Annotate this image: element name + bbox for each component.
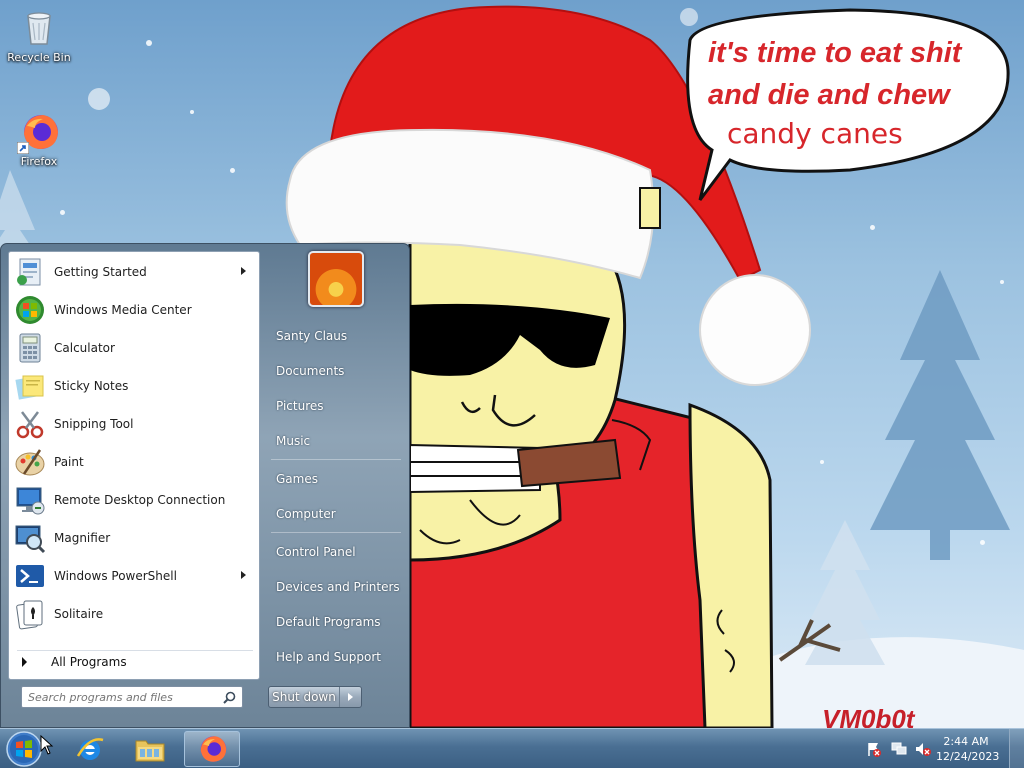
shutdown-label: Shut down (269, 687, 340, 707)
all-programs[interactable]: All Programs (17, 650, 253, 673)
link-devices-and-printers[interactable]: Devices and Printers (268, 573, 404, 601)
link-pictures[interactable]: Pictures (268, 392, 404, 420)
windows-explorer-icon (135, 740, 165, 762)
windows-orb-icon (6, 731, 42, 767)
speech-line-2: and die and chew (708, 79, 952, 111)
search-box[interactable] (21, 686, 243, 708)
start-button[interactable] (4, 730, 44, 768)
link-label: Help and Support (276, 650, 381, 664)
program-windows-media-center[interactable]: Windows Media Center (12, 292, 256, 328)
program-magnifier[interactable]: Magnifier (12, 520, 256, 556)
system-clock[interactable]: 2:44 AM 12/24/2023 (936, 734, 1000, 764)
clock-time: 2:44 AM (943, 735, 989, 748)
clock-date: 12/24/2023 (936, 750, 1000, 763)
link-label: Documents (276, 364, 345, 378)
program-label: Solitaire (54, 607, 104, 621)
submenu-arrow-icon[interactable] (241, 267, 246, 275)
getting-started-icon (14, 256, 46, 288)
calculator-icon (14, 332, 46, 364)
artist-signature: VM0b0t (822, 704, 916, 728)
remote-desktop-icon (14, 484, 46, 516)
all-programs-arrow-icon (22, 657, 27, 667)
program-solitaire[interactable]: Solitaire (12, 596, 256, 632)
sticky-notes-icon (14, 370, 46, 402)
solitaire-icon (14, 598, 46, 630)
firefox-icon (200, 736, 227, 762)
link-default-programs[interactable]: Default Programs (268, 608, 404, 636)
program-label: Sticky Notes (54, 379, 129, 393)
program-paint[interactable]: Paint (12, 444, 256, 480)
link-computer[interactable]: Computer (268, 500, 404, 528)
separator (271, 532, 401, 533)
link-label: Computer (276, 507, 336, 521)
program-label: Snipping Tool (54, 417, 134, 431)
program-label: Remote Desktop Connection (54, 493, 226, 507)
desktop: it's time to eat shit and die and chew c… (0, 0, 1024, 768)
link-label: Control Panel (276, 545, 356, 559)
programs-pane: Getting Started Windows Media Center Cal… (8, 251, 260, 680)
link-games[interactable]: Games (268, 465, 404, 493)
taskbar-firefox[interactable] (184, 731, 240, 767)
all-programs-label: All Programs (51, 655, 127, 669)
firefox-icon (17, 112, 59, 154)
link-label: Devices and Printers (276, 580, 400, 594)
program-label: Paint (54, 455, 84, 469)
link-documents[interactable]: Documents (268, 357, 404, 385)
link-label: Santy Claus (276, 329, 348, 343)
network-icon[interactable] (891, 741, 907, 757)
shortcut-arrow-icon (17, 142, 29, 154)
link-music[interactable]: Music (268, 427, 404, 455)
link-label: Default Programs (276, 615, 381, 629)
program-getting-started[interactable]: Getting Started (12, 254, 256, 290)
program-windows-powershell[interactable]: Windows PowerShell (12, 558, 256, 594)
link-control-panel[interactable]: Control Panel (268, 538, 404, 566)
start-menu: Getting Started Windows Media Center Cal… (0, 243, 410, 728)
taskbar-internet-explorer[interactable] (62, 731, 118, 767)
pine-tree (870, 270, 1010, 560)
desktop-icon-label: Recycle Bin (7, 51, 71, 64)
paint-icon (14, 446, 46, 478)
chevron-right-icon (348, 693, 353, 701)
program-snipping-tool[interactable]: Snipping Tool (12, 406, 256, 442)
speech-line-1: it's time to eat shit (708, 37, 963, 69)
program-remote-desktop-connection[interactable]: Remote Desktop Connection (12, 482, 256, 518)
user-picture[interactable] (308, 251, 364, 307)
taskbar: 2:44 AM 12/24/2023 (0, 728, 1024, 768)
media-center-icon (14, 294, 46, 326)
program-label: Windows Media Center (54, 303, 192, 317)
arm (688, 402, 774, 728)
program-label: Calculator (54, 341, 115, 355)
snipping-tool-icon (14, 408, 46, 440)
search-input[interactable] (28, 689, 218, 705)
program-calculator[interactable]: Calculator (12, 330, 256, 366)
mouse-cursor-icon (40, 735, 54, 755)
action-center-flag-icon[interactable] (866, 741, 882, 757)
recycle-bin-icon (19, 8, 59, 48)
link-label: Games (276, 472, 318, 486)
volume-muted-icon[interactable] (915, 741, 931, 757)
speech-line-3: candy canes (727, 117, 903, 150)
powershell-icon (14, 560, 46, 592)
desktop-icon-label: Firefox (20, 155, 58, 168)
link-label: Music (276, 434, 311, 448)
program-label: Getting Started (54, 265, 147, 279)
shutdown-options-button[interactable] (340, 693, 361, 701)
taskbar-windows-explorer[interactable] (122, 731, 178, 767)
shutdown-button[interactable]: Shut down (268, 686, 362, 708)
link-help-and-support[interactable]: Help and Support (268, 643, 404, 671)
separator (271, 459, 401, 460)
program-label: Magnifier (54, 531, 111, 545)
program-sticky-notes[interactable]: Sticky Notes (12, 368, 256, 404)
search-icon[interactable] (223, 691, 236, 704)
desktop-icon-recycle-bin[interactable]: Recycle Bin (1, 8, 77, 64)
link-user-folder[interactable]: Santy Claus (268, 322, 404, 350)
link-label: Pictures (276, 399, 324, 413)
program-label: Windows PowerShell (54, 569, 177, 583)
internet-explorer-icon (76, 738, 104, 760)
show-desktop-button[interactable] (1009, 729, 1024, 768)
desktop-icon-firefox[interactable]: Firefox (1, 112, 77, 168)
magnifier-icon (14, 522, 46, 554)
submenu-arrow-icon[interactable] (241, 571, 246, 579)
hat-pompom (699, 274, 811, 386)
